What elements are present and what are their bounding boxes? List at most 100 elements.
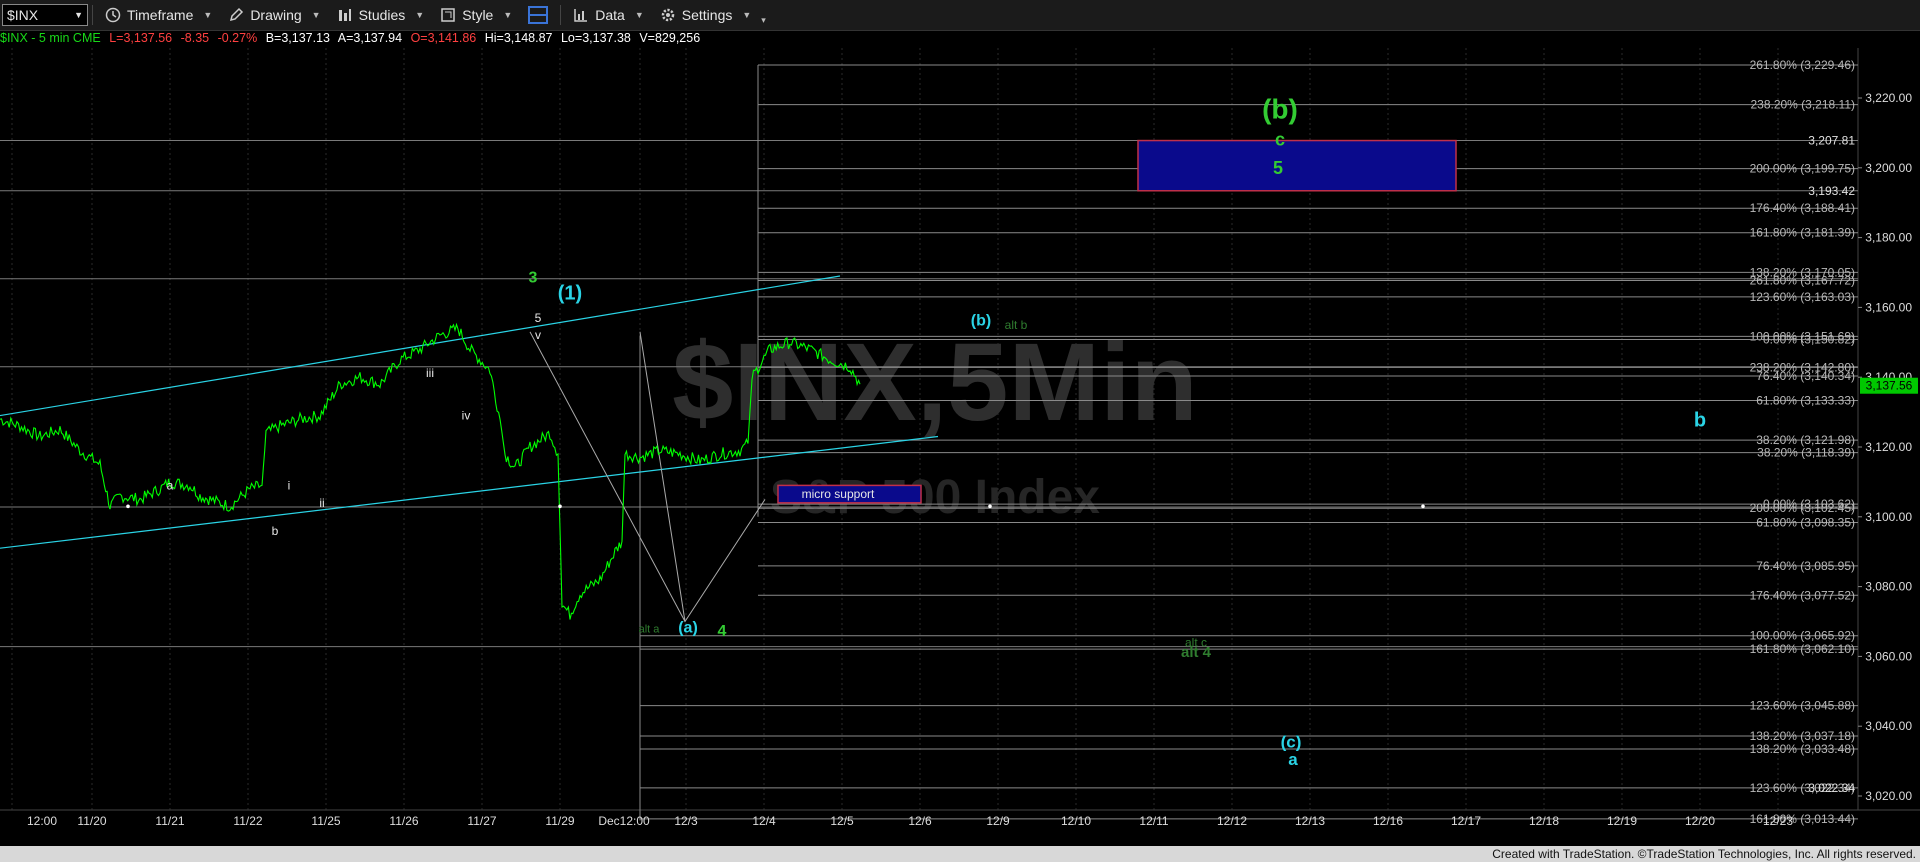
studies-button[interactable]: Studies ▼: [329, 0, 433, 30]
pencil-icon: [230, 7, 244, 22]
timeframe-button[interactable]: Timeframe ▼: [97, 0, 220, 30]
fib-level-label: 200.00% (3,199.75): [1750, 162, 1855, 176]
x-axis-tick-label: 12/17: [1451, 814, 1481, 828]
data-label: Data: [595, 7, 625, 23]
fib-level-label: 261.80% (3,167.72): [1750, 273, 1855, 287]
layout-button[interactable]: [520, 0, 556, 30]
fib-level-label: 123.60% (3,045.88): [1750, 699, 1855, 713]
settings-label: Settings: [681, 7, 733, 23]
y-axis-tick-label: 3,060.00: [1865, 649, 1912, 663]
x-axis-tick-label: 12/23: [1763, 814, 1793, 828]
symbol-value: $INX: [7, 7, 39, 23]
y-axis-tick-label: 3,180.00: [1865, 231, 1912, 245]
copyright-footer: Created with TradeStation. ©TradeStation…: [0, 846, 1920, 862]
fib-level-label: 76.40% (3,140.34): [1756, 369, 1855, 383]
fib-level-label: 238.20% (3,218.11): [1750, 98, 1855, 112]
style-icon: [441, 8, 455, 22]
wave-label: (b): [971, 312, 991, 329]
timeframe-label: Timeframe: [127, 7, 194, 23]
x-axis-tick-label: 12/11: [1139, 814, 1168, 828]
price-line-label: 3,022.34: [1808, 781, 1855, 795]
wave-label: iii: [426, 366, 434, 380]
style-button[interactable]: Style ▼: [432, 0, 520, 30]
fib-level-label: 138.20% (3,037.18): [1750, 729, 1855, 743]
wave-label: ii: [319, 496, 324, 510]
chevron-down-icon: ▼: [742, 10, 752, 20]
fib-level-label: 61.80% (3,133.33): [1756, 393, 1855, 407]
net-change: -8.35: [180, 31, 210, 45]
settings-button[interactable]: Settings ▼: [652, 0, 760, 30]
price-line-label: 3,193.42: [1808, 184, 1855, 198]
wave-label: v: [535, 328, 541, 342]
chevron-down-icon: ▼: [203, 10, 213, 20]
studies-icon: [338, 9, 351, 21]
divider: [92, 5, 93, 25]
wave-label: 3: [529, 269, 538, 286]
fib-level-label: 200.00% (3,102.45): [1750, 501, 1855, 515]
open-price: O=3,141.86: [410, 31, 477, 45]
wave-label: (c): [1281, 733, 1302, 752]
wave-label: (1): [558, 282, 582, 304]
data-icon: [574, 9, 588, 22]
wave-label: alt 4: [1181, 644, 1212, 661]
price-line-label: 3,207.81: [1808, 134, 1855, 148]
x-axis-tick-label: 11/29: [545, 814, 574, 828]
x-axis-tick-label: 11/25: [311, 814, 340, 828]
style-label: Style: [462, 7, 494, 23]
more-options-icon[interactable]: ▾: [761, 15, 766, 26]
drawing-label: Drawing: [250, 7, 302, 23]
y-axis-tick-label: 3,160.00: [1865, 300, 1912, 314]
wave-label: (a): [678, 619, 698, 636]
time-marker-dot: [1421, 504, 1425, 509]
time-marker-dot: [988, 504, 992, 509]
y-axis-tick-label: 3,120.00: [1865, 440, 1912, 454]
wave-label: iv: [462, 409, 471, 423]
x-axis-tick-label: 12/18: [1529, 814, 1559, 828]
quote-infobar: $INX - 5 min CME L=3,137.56 -8.35 -0.27%…: [0, 31, 705, 47]
x-axis-tick-label: 12/12: [1217, 814, 1247, 828]
gear-icon: [661, 8, 675, 22]
x-axis-tick-label: 12:00: [27, 814, 57, 828]
symbol-selector[interactable]: $INX ▼: [2, 4, 88, 26]
data-button[interactable]: Data ▼: [565, 0, 652, 30]
wave-label: b: [1694, 410, 1706, 432]
symbol-info: $INX - 5 min CME: [0, 31, 101, 45]
wave-label: a: [1288, 750, 1298, 769]
chevron-down-icon: ▼: [415, 10, 425, 20]
last-price: L=3,137.56: [109, 31, 173, 45]
high-price: Hi=3,148.87: [484, 31, 553, 45]
fib-level-label: 138.20% (3,033.48): [1750, 742, 1855, 756]
x-axis-tick-label: 12/4: [752, 814, 776, 828]
fib-level-label: 176.40% (3,077.52): [1750, 588, 1855, 602]
chevron-down-icon: ▼: [503, 10, 513, 20]
divider: [560, 5, 562, 25]
wave-label: 5: [535, 311, 542, 325]
fib-level-label: 38.20% (3,118.39): [1757, 446, 1855, 460]
fib-level-label: 61.80% (3,098.35): [1756, 516, 1855, 530]
y-axis-tick-label: 3,040.00: [1865, 719, 1912, 733]
fib-level-label: 76.40% (3,085.95): [1756, 559, 1855, 573]
y-axis-tick-label: 3,020.00: [1865, 789, 1912, 803]
time-marker-dot: [558, 504, 562, 509]
fib-level-label: 123.60% (3,163.03): [1750, 290, 1855, 304]
chevron-down-icon: ▼: [311, 10, 321, 20]
micro-support-label: micro support: [802, 487, 875, 501]
y-axis-tick-label: 3,100.00: [1865, 510, 1912, 524]
x-axis-tick-label: 12/13: [1295, 814, 1325, 828]
wave-label: 4: [718, 623, 727, 640]
price-chart[interactable]: $INX,5MinS&P 500 Index261.80% (3,229.46)…: [0, 48, 1920, 845]
fib-level-label: 161.80% (3,062.10): [1750, 642, 1855, 656]
chevron-down-icon: ▼: [634, 10, 644, 20]
x-axis-tick-label: 11/26: [389, 814, 418, 828]
x-axis-tick-label: 12/5: [830, 814, 854, 828]
x-axis-tick-label: 11/20: [77, 814, 106, 828]
target-box: [1137, 139, 1457, 192]
x-axis-tick-label: 11/27: [467, 814, 496, 828]
fib-level-label: 176.40% (3,188.41): [1750, 201, 1855, 215]
drawing-button[interactable]: Drawing ▼: [220, 0, 328, 30]
y-axis-tick-label: 3,220.00: [1865, 91, 1912, 105]
fib-level-label: 0.00% (3,150.82): [1763, 332, 1855, 346]
wave-label: a: [167, 478, 174, 492]
x-axis-tick-label: 12/9: [986, 814, 1010, 828]
x-axis-tick-label: 11/21: [155, 814, 184, 828]
